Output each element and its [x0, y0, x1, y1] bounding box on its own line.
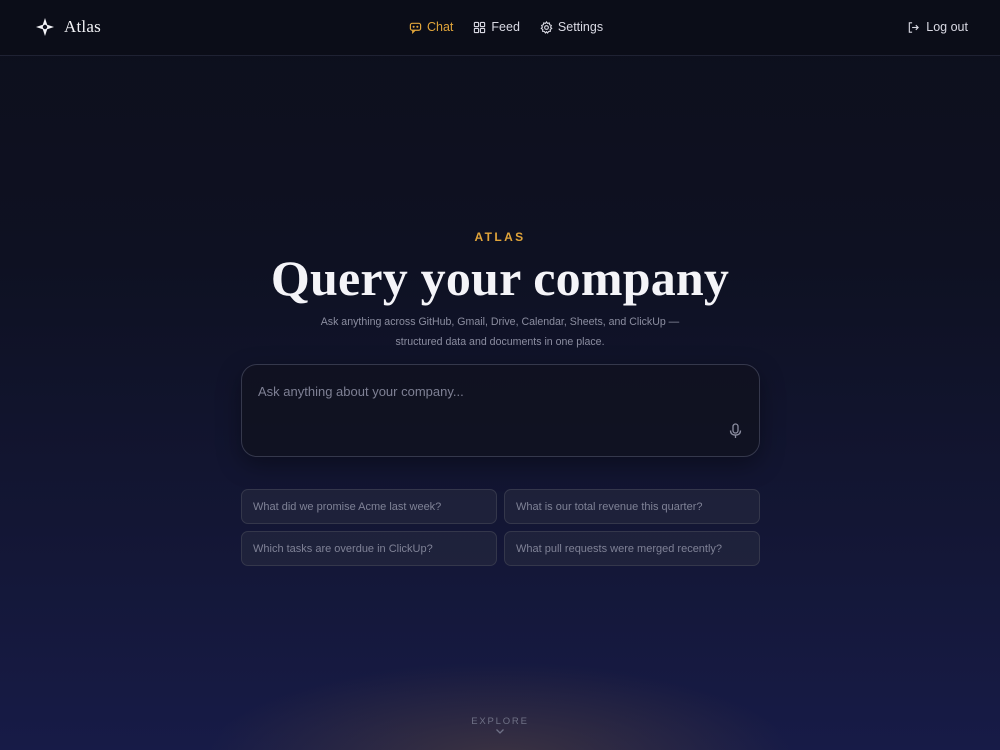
nav-tab-settings[interactable]: Settings	[540, 20, 603, 34]
logout-button[interactable]: Log out	[907, 17, 968, 37]
query-input[interactable]	[258, 381, 728, 401]
nav-tab-chat[interactable]: Chat	[409, 20, 453, 34]
explore-label: EXPLORE	[471, 716, 529, 727]
explore-scroll-link[interactable]: EXPLORE	[450, 716, 550, 735]
microphone-icon	[729, 423, 741, 438]
logout-icon	[909, 21, 920, 33]
suggestion-chip[interactable]: Which tasks are overdue in ClickUp?	[241, 531, 497, 566]
grid-icon	[474, 21, 486, 33]
nav-tab-chat-label: Chat	[427, 20, 454, 34]
hero-subtitle-line-2: structured data and documents in one pla…	[395, 336, 605, 348]
chevron-down-icon	[496, 729, 504, 734]
page-title: Query your company	[270, 250, 730, 306]
nav-tab-settings-label: Settings	[557, 20, 604, 34]
main-nav: Chat Feed Settings	[409, 17, 603, 37]
chat-icon	[409, 22, 422, 34]
suggestion-grid: What did we promise Acme last week? What…	[241, 489, 760, 566]
suggestion-chip[interactable]: What did we promise Acme last week?	[241, 489, 497, 524]
gear-icon	[540, 20, 553, 34]
hero-subtitle: Ask anything across GitHub, Gmail, Drive…	[300, 312, 700, 352]
brand-logo-link[interactable]: Atlas	[35, 16, 101, 38]
hero-eyebrow: ATLAS	[474, 230, 526, 244]
atlas-logo-icon	[36, 18, 54, 36]
logout-label: Log out	[926, 20, 968, 34]
query-box	[241, 364, 760, 457]
suggestion-chip[interactable]: What pull requests were merged recently?	[504, 531, 760, 566]
nav-tab-feed[interactable]: Feed	[473, 20, 520, 34]
suggestion-chip[interactable]: What is our total revenue this quarter?	[504, 489, 760, 524]
brand-name: Atlas	[64, 17, 101, 36]
hero-subtitle-line-1: Ask anything across GitHub, Gmail, Drive…	[320, 316, 680, 328]
top-navigation-bar: Atlas Chat Feed Settings Log out	[0, 0, 1000, 56]
voice-input-button[interactable]	[727, 422, 743, 440]
nav-tab-feed-label: Feed	[491, 20, 520, 34]
